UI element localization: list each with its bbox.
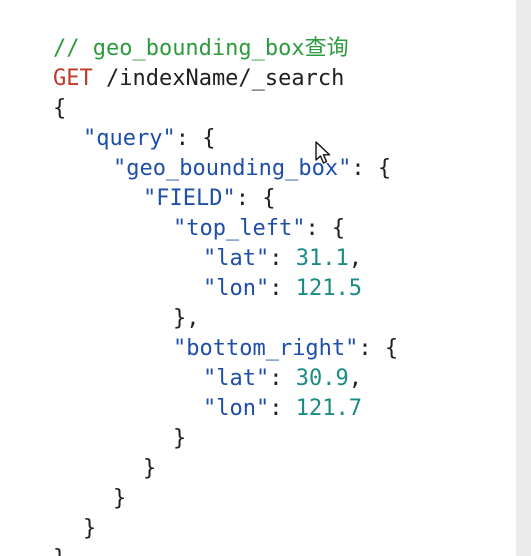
brace-close: } [112, 486, 127, 511]
scrollbar-track[interactable] [516, 0, 531, 556]
brace-close: } [53, 546, 66, 556]
request-path: /indexName/_search [92, 66, 345, 91]
code-line-7: "top_left": { [120, 184, 345, 241]
code-line-8: "lat": 31.1, [150, 214, 362, 271]
code-line-3: { [0, 64, 66, 121]
code-line-5: "geo_bounding_box": { [60, 124, 391, 181]
json-key-lon: "lon" [202, 396, 270, 421]
code-line-4: "query": { [30, 94, 215, 151]
code-line-1: // geo_bounding_box查询 [0, 4, 349, 61]
mouse-pointer-icon [315, 141, 331, 164]
code-line-14: } [120, 394, 186, 451]
json-key-lon: "lon" [202, 276, 270, 301]
code-line-11: "bottom_right": { [120, 304, 398, 361]
code-line-9: "lon": 121.5 [150, 244, 362, 301]
code-line-12: "lat": 30.9, [150, 334, 362, 391]
code-line-17: } [30, 484, 96, 541]
punct: : { [358, 336, 399, 361]
punct: : { [351, 156, 392, 181]
code-line-6: "FIELD": { [90, 154, 275, 211]
json-number: 121.5 [295, 276, 362, 301]
code-editor[interactable]: // geo_bounding_box查询 GET /indexName/_se… [0, 0, 531, 556]
json-number: 121.7 [295, 396, 362, 421]
code-line-18: } [0, 514, 66, 556]
code-line-10: }, [120, 274, 200, 331]
code-line-15: } [90, 424, 156, 481]
brace-close: } [172, 426, 187, 451]
code-line-2: GET /indexName/_search [0, 34, 344, 91]
brace-close: } [82, 516, 97, 541]
punct: : [269, 396, 296, 421]
brace-close: } [142, 456, 157, 481]
code-line-13: "lon": 121.7 [150, 364, 362, 421]
punct: : [269, 276, 296, 301]
code-line-16: } [60, 454, 126, 511]
